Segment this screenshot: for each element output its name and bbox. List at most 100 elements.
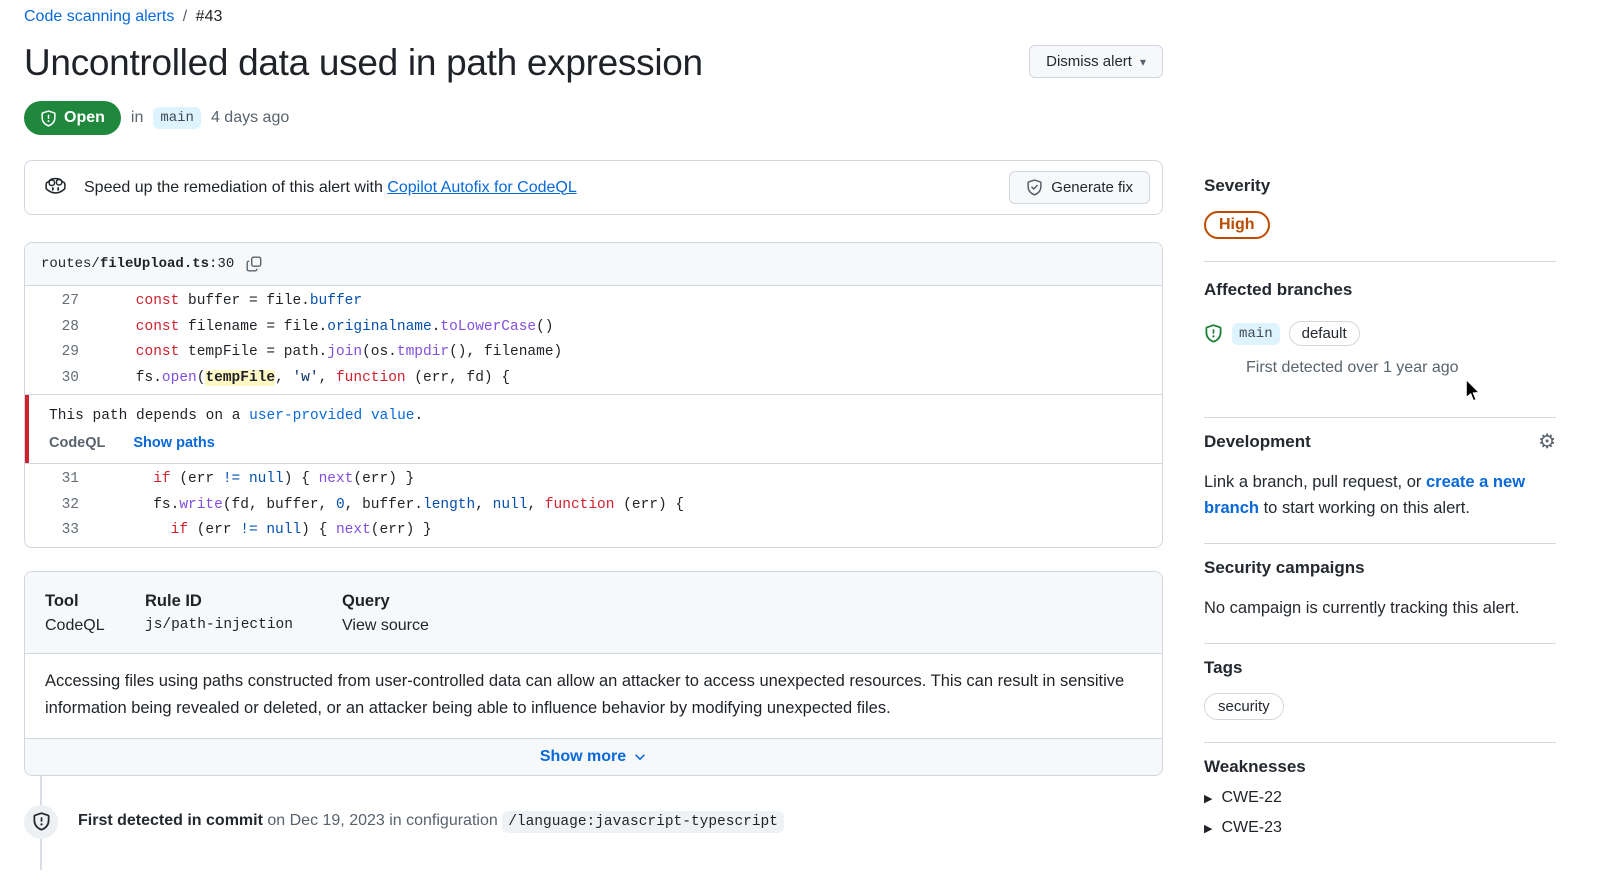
- timeline-shield-icon-wrap: [24, 805, 58, 839]
- first-detected-text: First detected in commit on Dec 19, 2023…: [78, 812, 784, 830]
- query-column: Query View source: [342, 592, 429, 635]
- banner-text-plain: Speed up the remediation of this alert w…: [84, 179, 383, 196]
- alert-annotation: This path depends on a user-provided val…: [25, 394, 1162, 464]
- weakness-cwe-23[interactable]: ▶ CWE-23: [1204, 819, 1556, 837]
- rule-summary-header: Tool CodeQL Rule ID js/path-injection Qu…: [25, 572, 1162, 653]
- first-detected-bold: First detected in commit: [78, 812, 263, 829]
- rule-card-footer: Show more: [25, 738, 1162, 775]
- query-header: Query: [342, 592, 429, 611]
- banner-text: Speed up the remediation of this alert w…: [84, 179, 577, 197]
- annotation-message-prefix: This path depends on a: [49, 408, 249, 424]
- configuration-chip: /language:javascript-typescript: [502, 811, 784, 833]
- line-number[interactable]: 30: [25, 366, 101, 392]
- code-line-31: 31 if (err != null) { next(err) }: [25, 467, 1162, 493]
- rule-details-card: Tool CodeQL Rule ID js/path-injection Qu…: [24, 571, 1163, 776]
- weaknesses-heading: Weaknesses: [1204, 757, 1556, 777]
- code-text: const buffer = file.buffer: [101, 289, 362, 315]
- file-path-prefix: routes/: [41, 256, 100, 272]
- page-title: Uncontrolled data used in path expressio…: [24, 41, 703, 85]
- severity-heading: Severity: [1204, 176, 1556, 196]
- sidebar-section-security-campaigns: Security campaigns No campaign is curren…: [1204, 544, 1556, 644]
- chevron-down-icon: ▾: [1140, 55, 1146, 69]
- line-number[interactable]: 28: [25, 315, 101, 341]
- annotation-message: This path depends on a user-provided val…: [49, 408, 1146, 424]
- development-text: Link a branch, pull request, or create a…: [1204, 469, 1556, 521]
- alert-state-row: Open in main 4 days ago: [24, 101, 1163, 135]
- code-scanning-alert-page: Code scanning alerts / #43 Uncontrolled …: [0, 0, 1600, 894]
- banner-message: Speed up the remediation of this alert w…: [43, 175, 577, 200]
- weakness-label: CWE-23: [1221, 819, 1281, 837]
- code-line-30: 30 fs.open(tempFile, 'w', function (err,…: [25, 366, 1162, 392]
- breadcrumb-code-scanning-alerts-link[interactable]: Code scanning alerts: [24, 8, 174, 25]
- view-source-link[interactable]: View source: [342, 617, 429, 635]
- code-file-path[interactable]: routes/fileUpload.ts:30: [41, 256, 234, 272]
- user-provided-value-link[interactable]: user-provided value: [249, 408, 414, 424]
- shield-exclamation-icon: [1204, 324, 1223, 343]
- code-lines-after: 31 if (err != null) { next(err) }32 fs.w…: [25, 464, 1162, 547]
- copy-icon: [246, 256, 262, 272]
- open-state-badge: Open: [24, 101, 121, 135]
- open-state-label: Open: [64, 109, 105, 127]
- sidebar-section-tags: Tags security: [1204, 644, 1556, 743]
- rule-id-header: Rule ID: [145, 592, 342, 611]
- default-branch-pill: default: [1289, 321, 1360, 346]
- line-number[interactable]: 33: [25, 518, 101, 544]
- timeline-first-detected: First detected in commit on Dec 19, 2023…: [24, 776, 1163, 870]
- severity-badge: High: [1204, 211, 1270, 239]
- main-column: Code scanning alerts / #43 Uncontrolled …: [24, 0, 1163, 870]
- chevron-down-icon: [633, 750, 647, 764]
- show-paths-link[interactable]: Show paths: [133, 435, 214, 451]
- gear-icon[interactable]: ⚙: [1538, 432, 1556, 452]
- breadcrumb: Code scanning alerts / #43: [24, 8, 1163, 26]
- title-row: Uncontrolled data used in path expressio…: [24, 41, 1163, 85]
- branch-badge-main[interactable]: main: [1232, 323, 1280, 345]
- shield-exclamation-icon: [40, 110, 57, 127]
- show-more-button[interactable]: Show more: [540, 748, 647, 766]
- line-number[interactable]: 29: [25, 340, 101, 366]
- tool-header: Tool: [45, 592, 145, 611]
- code-lines-before: 27 const buffer = file.buffer28 const fi…: [25, 286, 1162, 394]
- annotation-tool-name: CodeQL: [49, 435, 105, 451]
- generate-fix-button[interactable]: Generate fix: [1009, 171, 1150, 204]
- breadcrumb-separator: /: [183, 8, 187, 25]
- code-text: fs.open(tempFile, 'w', function (err, fd…: [101, 366, 510, 392]
- file-line-ref: :30: [209, 256, 234, 272]
- weakness-cwe-22[interactable]: ▶ CWE-22: [1204, 789, 1556, 807]
- branch-badge-main[interactable]: main: [153, 107, 201, 129]
- tool-value: CodeQL: [45, 617, 145, 635]
- code-text: if (err != null) { next(err) }: [101, 518, 432, 544]
- triangle-right-icon: ▶: [1204, 822, 1212, 835]
- rule-tool-column: Tool CodeQL: [45, 592, 145, 635]
- tags-heading: Tags: [1204, 658, 1556, 678]
- sidebar: Severity High Affected branches main def…: [1204, 160, 1556, 859]
- first-detected-middle: on Dec 19, 2023 in configuration: [263, 812, 502, 829]
- line-number[interactable]: 32: [25, 493, 101, 519]
- code-line-33: 33 if (err != null) { next(err) }: [25, 518, 1162, 544]
- tag-security[interactable]: security: [1204, 693, 1284, 720]
- dismiss-alert-button[interactable]: Dismiss alert ▾: [1029, 45, 1163, 78]
- copilot-autofix-banner: Speed up the remediation of this alert w…: [24, 160, 1163, 215]
- line-number[interactable]: 31: [25, 467, 101, 493]
- development-text-after: to start working on this alert.: [1259, 499, 1470, 517]
- code-text: if (err != null) { next(err) }: [101, 467, 414, 493]
- affected-branches-heading: Affected branches: [1204, 280, 1556, 300]
- rule-id-value: js/path-injection: [145, 617, 342, 633]
- generate-fix-label: Generate fix: [1051, 179, 1133, 196]
- rule-id-column: Rule ID js/path-injection: [145, 592, 342, 635]
- alert-age: 4 days ago: [211, 109, 289, 127]
- sidebar-section-development: Development ⚙ Link a branch, pull reques…: [1204, 418, 1556, 544]
- rule-description: Accessing files using paths constructed …: [25, 653, 1162, 738]
- code-snippet-card: routes/fileUpload.ts:30 27 const buffer …: [24, 242, 1163, 548]
- code-file-header: routes/fileUpload.ts:30: [25, 243, 1162, 286]
- copy-path-button[interactable]: [244, 254, 264, 274]
- weakness-label: CWE-22: [1221, 789, 1281, 807]
- code-text: fs.write(fd, buffer, 0, buffer.length, n…: [101, 493, 684, 519]
- security-campaigns-text: No campaign is currently tracking this a…: [1204, 595, 1556, 621]
- line-number[interactable]: 27: [25, 289, 101, 315]
- annotation-actions: CodeQL Show paths: [49, 435, 1146, 451]
- code-line-32: 32 fs.write(fd, buffer, 0, buffer.length…: [25, 493, 1162, 519]
- security-campaigns-heading: Security campaigns: [1204, 558, 1556, 578]
- code-line-27: 27 const buffer = file.buffer: [25, 289, 1162, 315]
- sidebar-section-severity: Severity High: [1204, 160, 1556, 262]
- copilot-autofix-link[interactable]: Copilot Autofix for CodeQL: [387, 179, 576, 196]
